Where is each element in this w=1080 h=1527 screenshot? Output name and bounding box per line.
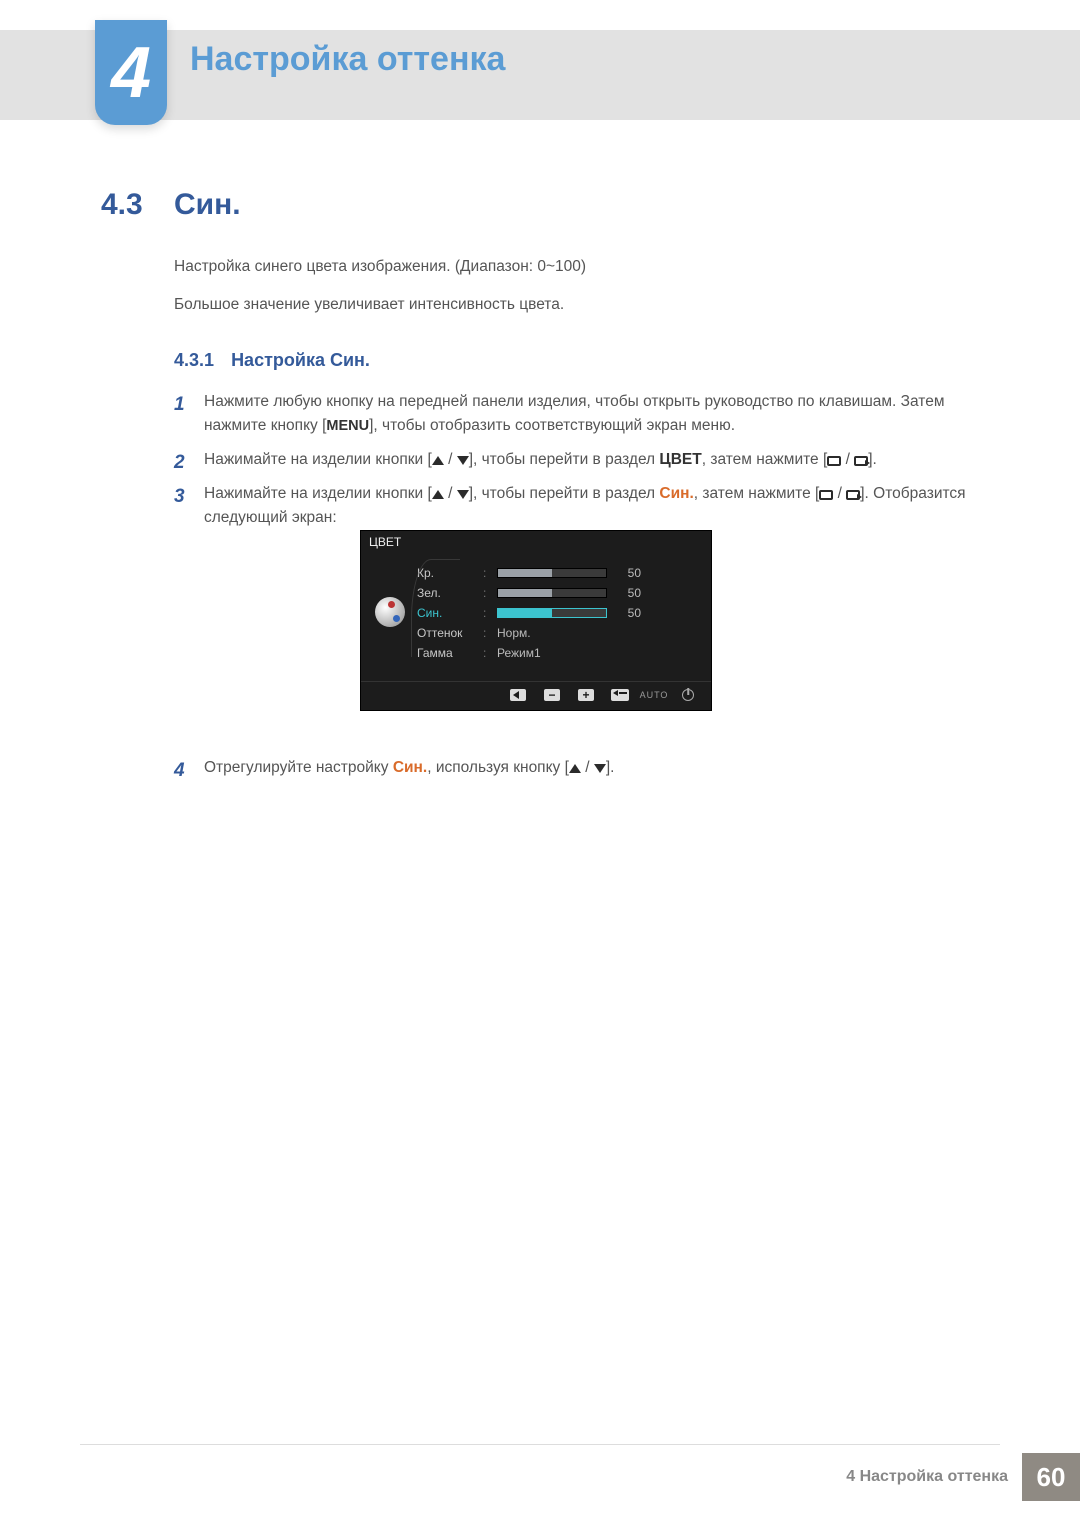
osd-value-row: : 50 — [483, 583, 697, 603]
value-green: 50 — [615, 586, 641, 600]
osd-value-row: : Норм. — [483, 623, 697, 643]
step-number: 3 — [174, 482, 198, 511]
osd-value-row: : 50 — [483, 603, 697, 623]
step-number: 1 — [174, 390, 198, 419]
footer-divider — [80, 1444, 1000, 1445]
value-blue: 50 — [615, 606, 641, 620]
osd-title: ЦВЕТ — [361, 531, 711, 553]
step-2: 2 Нажимайте на изделии кнопки [ / ], что… — [174, 448, 1000, 472]
step-text: , затем нажмите [ — [694, 485, 820, 502]
frame-icon — [819, 490, 833, 500]
step-text: , используя кнопку [ — [427, 759, 569, 776]
frame-icon — [827, 456, 841, 466]
osd-value-row: : 50 — [483, 563, 697, 583]
keyword-blue: Син. — [393, 759, 427, 776]
frame-enter-icon — [854, 456, 868, 466]
enter-icon — [611, 688, 629, 702]
triangle-down-icon — [457, 456, 469, 465]
value-gamma: Режим1 — [497, 646, 541, 660]
chapter-badge: 4 — [95, 20, 167, 125]
step-number: 4 — [174, 756, 198, 785]
subsection-number: 4.3.1 — [174, 350, 214, 370]
colon-icon: : — [483, 646, 489, 660]
slider-green — [497, 588, 607, 598]
step-4: 4 Отрегулируйте настройку Син., использу… — [174, 756, 1000, 790]
auto-label: AUTO — [645, 688, 663, 702]
menu-keyword: MENU — [326, 418, 369, 434]
triangle-down-icon — [594, 764, 606, 773]
footer-chapter-label: 4 Настройка оттенка — [846, 1468, 1008, 1486]
colon-icon: : — [483, 586, 489, 600]
frame-enter-icon — [846, 490, 860, 500]
step-text: Нажимайте на изделии кнопки [ — [204, 451, 432, 468]
osd-labels: Кр. Зел. Син. Оттенок Гамма — [417, 563, 477, 663]
step-number: 2 — [174, 448, 198, 477]
power-icon — [679, 688, 697, 702]
step-text: Отрегулируйте настройку — [204, 759, 393, 776]
step-text: , затем нажмите [ — [702, 451, 828, 468]
page-number: 60 — [1022, 1453, 1080, 1501]
section-description-1: Настройка синего цвета изображения. (Диа… — [174, 258, 586, 276]
osd-label-green: Зел. — [417, 586, 472, 600]
colon-icon: : — [483, 626, 489, 640]
minus-icon: − — [543, 688, 561, 702]
osd-label-red: Кр. — [417, 566, 472, 580]
chapter-number: 4 — [111, 32, 151, 114]
osd-label-blue: Син. — [417, 606, 472, 620]
keyword-color: ЦВЕТ — [659, 451, 701, 468]
keyword-blue: Син. — [659, 485, 693, 502]
palette-icon — [375, 597, 405, 627]
triangle-up-icon — [432, 456, 444, 465]
steps-list: 1 Нажмите любую кнопку на передней панел… — [174, 390, 1000, 540]
step-1: 1 Нажмите любую кнопку на передней панел… — [174, 390, 1000, 438]
value-red: 50 — [615, 566, 641, 580]
triangle-up-icon — [432, 490, 444, 499]
subsection-heading: 4.3.1 Настройка Син. — [174, 350, 370, 371]
osd-menu: ЦВЕТ Кр. Зел. Син. Оттенок Гамма : 50 : … — [360, 530, 712, 711]
slider-blue — [497, 608, 607, 618]
back-icon — [509, 688, 527, 702]
osd-body: Кр. Зел. Син. Оттенок Гамма : 50 : 50 : … — [361, 553, 711, 681]
osd-label-tint: Оттенок — [417, 626, 472, 640]
subsection-title: Настройка Син. — [231, 350, 370, 370]
osd-footer: − + AUTO — [361, 681, 711, 710]
chapter-title: Настройка оттенка — [190, 40, 505, 79]
value-tint: Норм. — [497, 626, 531, 640]
step-text: ], чтобы отобразить соответствующий экра… — [369, 417, 735, 434]
osd-values: : 50 : 50 : 50 : Норм. : Режим1 — [483, 563, 697, 663]
colon-icon: : — [483, 606, 489, 620]
step-text: Нажимайте на изделии кнопки [ — [204, 485, 432, 502]
step-text: ], чтобы перейти в раздел — [469, 485, 660, 502]
slider-red — [497, 568, 607, 578]
osd-value-row: : Режим1 — [483, 643, 697, 663]
section-number: 4.3 — [101, 188, 143, 222]
page-footer: 4 Настройка оттенка 60 — [846, 1453, 1080, 1501]
section-title: Син. — [174, 188, 241, 222]
plus-icon: + — [577, 688, 595, 702]
step-3: 3 Нажимайте на изделии кнопки [ / ], что… — [174, 482, 1000, 530]
step-text: ], чтобы перейти в раздел — [469, 451, 660, 468]
step-text: ]. — [606, 759, 615, 776]
triangle-down-icon — [457, 490, 469, 499]
section-description-2: Большое значение увеличивает интенсивнос… — [174, 296, 564, 314]
osd-label-gamma: Гамма — [417, 646, 472, 660]
colon-icon: : — [483, 566, 489, 580]
triangle-up-icon — [569, 764, 581, 773]
